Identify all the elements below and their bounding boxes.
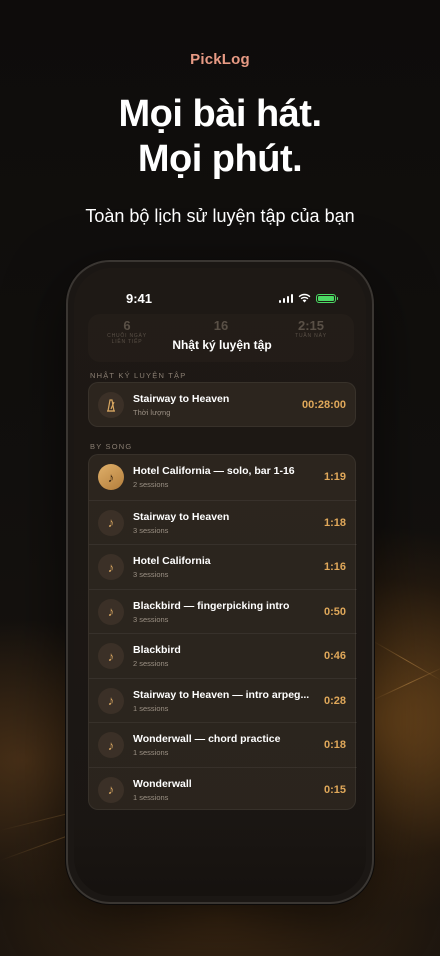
battery-charging-icon	[316, 293, 338, 303]
song-row[interactable]: ♪ Wonderwall — chord practice 1 sessions…	[89, 722, 357, 767]
nav-title: Nhật ký luyện tập	[172, 338, 272, 352]
music-note-icon: ♪	[98, 776, 124, 803]
song-sessions: 1 sessions	[133, 748, 169, 757]
by-song-list: ♪ Hotel California — solo, bar 1-16 2 se…	[88, 454, 357, 812]
screen-bottom-fade	[74, 816, 366, 896]
section-label-by-song: BY SONG	[90, 442, 133, 451]
subheadline: Toàn bộ lịch sử luyện tập của bạn	[85, 206, 355, 226]
week-stat: 2:15 TUẦN NÀY	[295, 318, 327, 339]
song-title: Blackbird	[133, 644, 181, 656]
song-sessions: 2 sessions	[133, 659, 169, 668]
music-note-icon: ♪	[98, 732, 124, 758]
brand-name: PickLog	[190, 51, 250, 68]
music-note-icon: ♪	[98, 509, 124, 536]
music-note-icon: ♪	[98, 687, 124, 714]
song-row[interactable]: ♪ Hotel California — solo, bar 1-16 2 se…	[89, 455, 357, 500]
practice-log-duration: 00:28:00	[301, 399, 346, 411]
headline-line-2: Mọi phút.	[137, 138, 303, 180]
phone-screen: 9:41 6 CHUỖI NGÀY LIÊN TIẾP 16 2:15 TUẦN…	[74, 268, 366, 896]
song-sessions: 2 sessions	[133, 480, 169, 489]
wifi-icon	[298, 293, 311, 303]
song-title: Wonderwall — chord practice	[133, 733, 281, 745]
song-time: 0:50	[323, 605, 346, 618]
song-row[interactable]: ♪ Wonderwall 1 sessions 0:15	[89, 766, 357, 812]
song-title: Wonderwall	[133, 777, 192, 790]
song-title: Blackbird — fingerpicking intro	[133, 599, 290, 612]
song-time: 0:46	[323, 650, 346, 662]
status-time: 9:41	[126, 291, 153, 306]
headline-line-1: Mọi bài hát.	[118, 93, 323, 135]
song-title: Hotel California	[133, 555, 211, 567]
music-note-icon: ♪	[98, 554, 124, 580]
song-sessions: 3 sessions	[133, 570, 169, 579]
headline: Mọi bài hát. Mọi phút.	[0, 92, 440, 182]
song-time: 1:19	[323, 471, 346, 483]
song-time: 0:18	[323, 739, 346, 751]
metronome-icon	[98, 392, 124, 418]
song-row[interactable]: ♪ Blackbird 2 sessions 0:46	[89, 633, 357, 678]
song-title: Stairway to Heaven — intro arpeg...	[133, 688, 310, 701]
status-icons	[278, 293, 338, 303]
practice-log-card[interactable]: Stairway to Heaven Thời lượng 00:28:00	[88, 382, 356, 427]
song-title: Hotel California — solo, bar 1-16	[133, 465, 295, 477]
music-note-icon: ♪	[98, 643, 124, 669]
practice-log-title: Stairway to Heaven	[133, 393, 230, 405]
song-sessions: 3 sessions	[133, 525, 169, 535]
song-time: 1:18	[323, 516, 346, 529]
song-title: Stairway to Heaven	[133, 510, 230, 523]
song-sessions: 1 sessions	[133, 792, 169, 802]
song-time: 0:15	[323, 783, 346, 796]
cellular-signal-icon	[278, 293, 293, 303]
song-row[interactable]: ♪ Blackbird — fingerpicking intro 3 sess…	[89, 588, 357, 634]
song-sessions: 3 sessions	[133, 614, 169, 624]
sessions-stat: 16	[213, 318, 229, 333]
song-time: 1:16	[323, 561, 346, 573]
music-note-icon: ♪	[98, 464, 124, 490]
practice-log-subtitle: Thời lượng	[133, 408, 171, 417]
practice-log-row[interactable]: Stairway to Heaven Thời lượng 00:28:00	[89, 383, 357, 428]
song-row[interactable]: ♪ Stairway to Heaven — intro arpeg... 1 …	[89, 677, 357, 723]
phone-frame: 9:41 6 CHUỖI NGÀY LIÊN TIẾP 16 2:15 TUẦN…	[66, 260, 374, 904]
song-row[interactable]: ♪ Stairway to Heaven 3 sessions 1:18	[89, 499, 357, 545]
song-time: 0:28	[323, 694, 346, 707]
section-label-practice-log: NHẬT KÝ LUYỆN TẬP	[90, 371, 187, 380]
music-note-icon: ♪	[98, 598, 124, 625]
song-sessions: 1 sessions	[133, 703, 169, 713]
song-row[interactable]: ♪ Hotel California 3 sessions 1:16	[89, 544, 357, 589]
